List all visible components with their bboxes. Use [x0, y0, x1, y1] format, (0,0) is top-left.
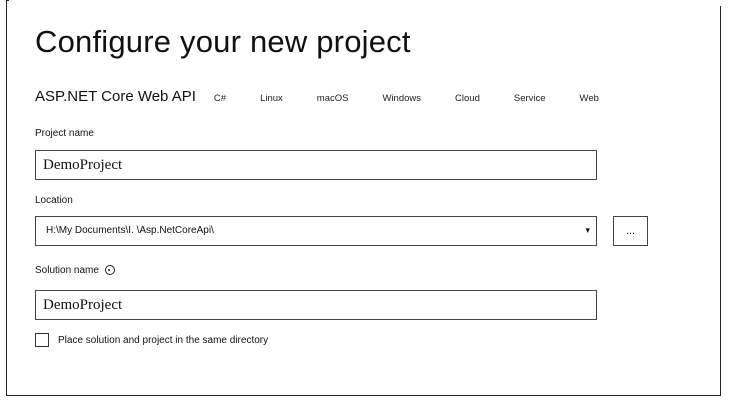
tag-windows: Windows [382, 93, 422, 104]
project-name-input[interactable]: DemoProject [35, 150, 597, 180]
tag-macos: macOS [316, 93, 349, 104]
browse-button[interactable]: ... [613, 216, 648, 246]
dialog-border-left [6, 0, 7, 396]
project-name-label: Project name [35, 128, 94, 139]
dialog-border-bottom [6, 395, 721, 396]
info-icon[interactable] [104, 265, 115, 275]
tag-linux: Linux [260, 93, 283, 104]
template-header: ASP.NET Core Web API C# Linux macOS Wind… [35, 88, 599, 105]
same-directory-checkbox[interactable] [35, 333, 49, 347]
tag-csharp: C# [213, 93, 227, 104]
dialog-border-right [720, 6, 721, 396]
chevron-down-icon[interactable]: ▾ [585, 225, 590, 236]
solution-name-input[interactable]: DemoProject [35, 290, 597, 320]
same-directory-label[interactable]: Place solution and project in the same d… [58, 335, 268, 346]
tag-web: Web [579, 93, 599, 104]
solution-name-label: Solution name [35, 265, 99, 276]
location-value: H:\My Documents\I. \Asp.NetCoreApi\ [46, 225, 214, 236]
page-title: Configure your new project [35, 24, 411, 59]
dialog-border-top [6, 0, 9, 1]
location-label: Location [35, 195, 73, 206]
solution-name-label-row: Solution name [35, 265, 115, 276]
tag-service: Service [513, 93, 546, 104]
tag-cloud: Cloud [455, 93, 480, 104]
location-combobox[interactable]: H:\My Documents\I. \Asp.NetCoreApi\ ▾ [35, 216, 597, 246]
template-name: ASP.NET Core Web API [35, 88, 196, 105]
